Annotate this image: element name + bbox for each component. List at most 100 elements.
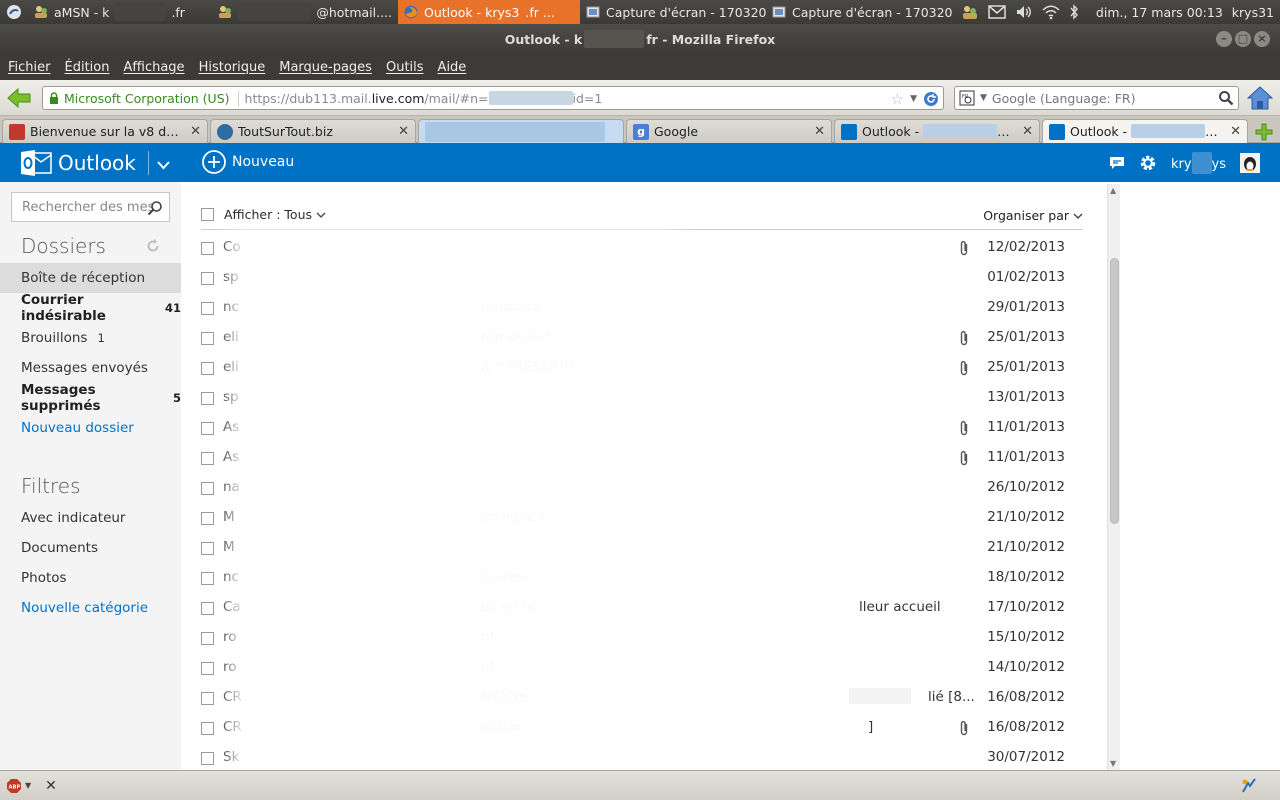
scroll-down-icon[interactable]: ▼ [1110,759,1116,768]
close-tab-icon[interactable]: ✕ [1022,124,1033,139]
magnifier-icon[interactable] [1218,90,1234,106]
menu-historique[interactable]: Historique [199,60,266,75]
message-checkbox[interactable] [201,271,214,285]
folder-sent[interactable]: Messages envoyés [0,353,181,383]
view-filter-dropdown[interactable]: Afficher : Tous [224,207,326,222]
folder-label: Brouillons [21,330,88,346]
new-category-link[interactable]: Nouvelle catégorie [0,593,181,623]
tab-redacted[interactable] [418,119,624,143]
folder-deleted[interactable]: Messages supprimés 5 [0,382,181,414]
menu-aide[interactable]: Aide [438,60,467,75]
back-arrow-icon[interactable] [6,86,32,110]
maximize-icon[interactable]: □ [1235,31,1251,47]
account-name[interactable]: kry ys [1171,152,1226,174]
message-checkbox[interactable] [201,541,214,555]
wifi-icon[interactable] [1042,4,1060,20]
chat-bubble-icon[interactable] [1109,155,1125,171]
new-folder-link[interactable]: Nouveau dossier [0,413,181,443]
bookmark-star-icon[interactable]: ☆ [891,90,904,108]
refresh-icon[interactable] [146,239,160,253]
tab-label: ToutSurTout.biz [238,124,333,139]
message-checkbox[interactable] [201,601,214,615]
message-checkbox[interactable] [201,571,214,585]
tab-outlook-1[interactable]: Outlook - e.fr ✕ [834,119,1040,143]
folder-junk[interactable]: Courrier indésirable 41 [0,292,181,324]
gear-icon[interactable] [1139,154,1157,172]
message-checkbox[interactable] [201,511,214,525]
filter-documents[interactable]: Documents [0,533,181,563]
message-checkbox[interactable] [201,721,214,735]
search-engine-dropdown-icon[interactable]: ▼ [980,93,987,103]
menu-outils[interactable]: Outils [386,60,424,75]
menu-edition[interactable]: Édition [65,60,110,75]
clock[interactable]: dim., 17 mars 00:13 [1096,5,1223,20]
tab-outlook-2[interactable]: Outlook - e.fr ✕ [1042,119,1248,143]
addon-icon[interactable] [1240,777,1258,795]
message-checkbox[interactable] [201,481,214,495]
search-mail-input[interactable]: Rechercher des mes [11,192,170,222]
tab-google[interactable]: g Google ✕ [626,119,832,143]
filter-flagged[interactable]: Avec indicateur [0,503,181,533]
search-icon[interactable] [147,200,163,216]
reload-icon[interactable] [923,91,939,107]
task-hotmail[interactable]: @hotmail.... [212,0,398,24]
session-user[interactable]: krys31 [1232,5,1274,20]
folder-inbox[interactable]: Boîte de réception [0,263,181,293]
close-tab-icon[interactable]: ✕ [190,124,201,139]
new-message-button[interactable]: Nouveau [202,150,294,174]
mail-icon[interactable] [988,5,1006,19]
paperclip-icon [960,241,968,256]
select-all-checkbox[interactable] [201,208,214,221]
task-screenshot-2[interactable]: Capture d'écran - 170320... [766,0,952,24]
message-date: 11/01/2013 [987,449,1065,465]
tab-bienvenue[interactable]: Bienvenue sur la v8 de M... ✕ [2,119,208,143]
task-amsn[interactable]: aMSN - k .fr [28,0,212,24]
message-checkbox[interactable] [201,391,214,405]
site-identity[interactable]: Microsoft Corporation (US) [49,90,239,106]
web-search-box[interactable]: FR ▼ Google (Language: FR) [954,86,1239,110]
message-checkbox[interactable] [201,421,214,435]
task-firefox-outlook[interactable]: Outlook - krys3 .fr ... [398,0,580,24]
menu-affichage[interactable]: Affichage [123,60,184,75]
message-checkbox[interactable] [201,331,214,345]
app-switcher-chevron-icon[interactable] [147,151,170,175]
message-list-scrollbar[interactable]: ▲ ▼ [1107,184,1120,770]
search-engine-icon[interactable]: FR [959,90,975,106]
message-checkbox[interactable] [201,241,214,255]
close-window-icon[interactable]: × [1254,31,1270,47]
volume-icon[interactable] [1015,4,1033,20]
close-tab-icon[interactable]: ✕ [1230,124,1241,139]
message-checkbox[interactable] [201,301,214,315]
new-tab-plus-icon[interactable] [1254,122,1274,142]
task-screenshot-1[interactable]: Capture d'écran - 170320... [580,0,766,24]
close-tab-icon[interactable]: ✕ [814,124,825,139]
message-checkbox[interactable] [201,751,214,765]
adblock-dropdown-icon[interactable]: ▼ [25,781,31,790]
outlook-brand[interactable]: Outlook [20,149,170,177]
tab-toutsurtout[interactable]: ToutSurTout.biz ✕ [210,119,416,143]
chat-status-icon[interactable] [961,4,979,20]
sort-dropdown[interactable]: Organiser par [983,208,1083,223]
close-addon-bar-icon[interactable]: ✕ [45,778,57,794]
url-history-dropdown-icon[interactable]: ▼ [910,94,917,104]
scroll-up-icon[interactable]: ▲ [1110,186,1116,195]
scrollbar-thumb[interactable] [1110,258,1119,524]
folder-drafts[interactable]: Brouillons 1 [0,323,181,353]
message-checkbox[interactable] [201,691,214,705]
avatar[interactable] [1240,153,1260,173]
url-bar[interactable]: Microsoft Corporation (US) https://dub11… [42,86,944,110]
filter-photos[interactable]: Photos [0,563,181,593]
ubuntu-logo-icon[interactable] [0,0,28,24]
adblock-button[interactable]: ABP ▼ [6,778,31,794]
message-checkbox[interactable] [201,451,214,465]
close-tab-icon[interactable]: ✕ [398,124,409,139]
home-icon[interactable] [1247,85,1273,111]
menu-marque-pages[interactable]: Marque-pages [279,60,372,75]
message-checkbox[interactable] [201,661,214,675]
menu-fichier[interactable]: Fichier [8,60,51,75]
message-checkbox[interactable] [201,361,214,375]
outlook-favicon-icon [841,123,857,140]
bluetooth-icon[interactable] [1069,4,1079,20]
minimize-icon[interactable]: – [1216,31,1232,47]
message-checkbox[interactable] [201,631,214,645]
